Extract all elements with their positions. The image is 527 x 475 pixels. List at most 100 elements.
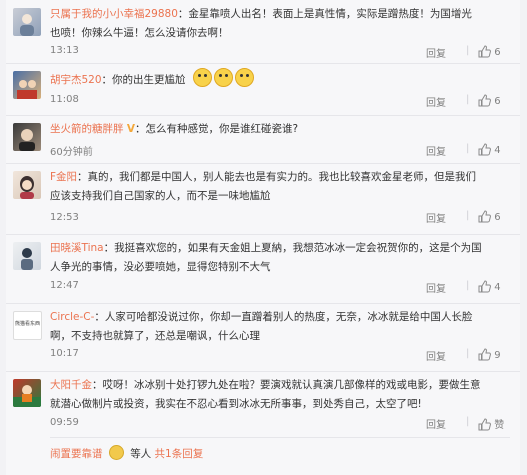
comment-actions: 回复 | 6 [410, 210, 520, 226]
like-button[interactable]: 赞 [478, 416, 504, 431]
comment-actions: 回复 | 6 [410, 94, 520, 110]
emoji-group [192, 68, 256, 87]
thumbs-up-icon [478, 280, 491, 293]
action-divider: | [466, 416, 470, 427]
like-count: 9 [494, 350, 501, 361]
awkward-emoji-icon [234, 68, 254, 87]
avatar-figure-icon [20, 176, 34, 199]
reply-button[interactable]: 回复 [426, 280, 446, 295]
avatar[interactable] [13, 8, 41, 36]
comment-username[interactable]: 田晓溪Tina [50, 242, 104, 254]
comment-actions: 回复 | 赞 [410, 416, 520, 432]
reply-button[interactable]: 回复 [426, 143, 446, 158]
comment-list: 只属于我的小小幸福29880：金星靠喷人出名！表面上是真性情，实际是蹭热度！为国… [6, 0, 520, 475]
comment-content: F金阳：真的，我们都是中国人，别人能去也是有实力的。我也比较喜欢金星老师，但是我… [50, 168, 482, 206]
comment-item: 熊猫看东西 Circle-C-：人家可哈都没说过你，你却一直蹭着别人的热度，无奈… [6, 303, 520, 372]
action-divider: | [466, 143, 470, 154]
comment-text: ：真的，我们都是中国人，别人能去也是有实力的。我也比较喜欢金星老师，但是我们应该… [50, 171, 477, 202]
comment-actions: 回复 | 4 [410, 143, 520, 159]
avatar-figure-icon [21, 248, 33, 270]
comment-text: ：你的出生更尴尬 [101, 74, 186, 86]
verified-badge-icon: V [126, 123, 135, 135]
avatar[interactable]: 熊猫看东西 [13, 311, 42, 340]
comment-time: 60分钟前 [50, 147, 93, 158]
like-count: 赞 [494, 420, 505, 431]
comment-actions: 回复 | 4 [410, 280, 520, 296]
thumbs-up-icon [478, 348, 491, 361]
action-divider: | [466, 45, 470, 56]
like-count: 4 [494, 145, 501, 156]
comment-username[interactable]: 胡宇杰520 [50, 74, 102, 86]
comment-text: ：人家可哈都没说过你，你却一直蹭着别人的热度，无奈，冰冰就是给中国人长脸啊，不支… [50, 311, 473, 342]
sub-reply-username[interactable]: 闹置要靠谱 [50, 448, 103, 460]
like-button[interactable]: 9 [478, 348, 501, 361]
like-button[interactable]: 6 [478, 94, 501, 107]
action-divider: | [466, 94, 470, 105]
comment-text: ：怎么有种感觉，你是谁红碰瓷谁? [134, 123, 299, 135]
like-count: 6 [494, 212, 501, 223]
thumbs-up-icon [478, 94, 491, 107]
avatar[interactable] [13, 71, 41, 99]
comment-content: 坐火箭的糖胖胖 V：怎么有种感觉，你是谁红碰瓷谁? [50, 120, 482, 139]
like-button[interactable]: 6 [478, 45, 501, 58]
reply-button[interactable]: 回复 [426, 94, 446, 109]
avatar-figure-icon [20, 14, 34, 36]
avatar[interactable] [13, 242, 41, 270]
avatar[interactable] [13, 171, 41, 199]
comment-item: 田晓溪Tina：我挺喜欢您的，如果有天金姐上夏納，我想范冰冰一定会祝贺你的，这是… [6, 234, 520, 304]
avatar[interactable] [13, 123, 41, 151]
awkward-emoji-icon [192, 68, 212, 87]
avatar[interactable] [13, 379, 41, 407]
comment-content: 只属于我的小小幸福29880：金星靠喷人出名！表面上是真性情，实际是蹭热度！为国… [50, 5, 482, 43]
thumbs-up-icon [478, 418, 491, 431]
thumbs-up-icon [478, 45, 491, 58]
comment-username[interactable]: 只属于我的小小幸福29880 [50, 8, 178, 20]
comment-username[interactable]: F金阳 [50, 171, 77, 183]
like-button[interactable]: 4 [478, 280, 501, 293]
comment-content: 胡宇杰520：你的出生更尴尬 [50, 68, 482, 90]
sub-reply-divider [50, 437, 510, 438]
comment-item: F金阳：真的，我们都是中国人，别人能去也是有实力的。我也比较喜欢金星老师，但是我… [6, 163, 520, 235]
avatar-text: 熊猫看东西 [14, 321, 40, 327]
comment-item: 胡宇杰520：你的出生更尴尬 11:08 回复 | 6 [6, 63, 520, 116]
comment-username[interactable]: 大阳千金 [50, 379, 92, 391]
comment-time: 13:13 [50, 45, 79, 56]
comment-username[interactable]: 坐火箭的糖胖胖 [50, 123, 124, 135]
reply-button[interactable]: 回复 [426, 210, 446, 225]
thumbs-up-icon [478, 143, 491, 156]
comment-username[interactable]: Circle-C- [50, 311, 94, 323]
comment-item: 只属于我的小小幸福29880：金星靠喷人出名！表面上是真性情，实际是蹭热度！为国… [6, 0, 520, 64]
action-divider: | [466, 348, 470, 359]
like-button[interactable]: 4 [478, 143, 501, 156]
like-button[interactable]: 6 [478, 210, 501, 223]
view-replies-link[interactable]: 共1条回复 [155, 448, 204, 460]
action-divider: | [466, 280, 470, 291]
sub-reply-middle-text: 等人 [130, 448, 152, 460]
thumbs-up-icon [478, 210, 491, 223]
avatar-figure-icon [19, 129, 35, 151]
reply-button[interactable]: 回复 [426, 416, 446, 431]
like-count: 6 [494, 47, 501, 58]
comment-content: 田晓溪Tina：我挺喜欢您的，如果有天金姐上夏納，我想范冰冰一定会祝贺你的，这是… [50, 239, 482, 277]
comment-actions: 回复 | 9 [410, 348, 520, 364]
comment-text: ：我挺喜欢您的，如果有天金姐上夏納，我想范冰冰一定会祝贺你的，这是个为国人争光的… [50, 242, 482, 273]
like-count: 4 [494, 282, 501, 293]
comment-time: 11:08 [50, 94, 79, 105]
comment-content: Circle-C-：人家可哈都没说过你，你却一直蹭着别人的热度，无奈，冰冰就是给… [50, 308, 482, 346]
comment-text: ：哎呀！冰冰别十处打锣九处在啦？要演戏就认真演几部像样的戏或电影，要做生意就潜心… [50, 379, 481, 410]
comment-time: 09:59 [50, 417, 79, 428]
comment-time: 12:47 [50, 280, 79, 291]
action-divider: | [466, 210, 470, 221]
sub-reply-avatar-icon [108, 445, 124, 460]
like-count: 6 [494, 96, 501, 107]
awkward-emoji-icon [213, 68, 233, 87]
sub-reply-summary: 闹置要靠谱 等人 共1条回复 [50, 445, 203, 461]
comment-content: 大阳千金：哎呀！冰冰别十处打锣九处在啦？要演戏就认真演几部像样的戏或电影，要做生… [50, 376, 482, 414]
reply-button[interactable]: 回复 [426, 348, 446, 363]
avatar-figure-icon [13, 385, 41, 407]
avatar-figure-icon [17, 80, 37, 99]
comment-item: 坐火箭的糖胖胖 V：怎么有种感觉，你是谁红碰瓷谁? 60分钟前 回复 | 4 [6, 115, 520, 164]
comment-actions: 回复 | 6 [410, 45, 520, 61]
reply-button[interactable]: 回复 [426, 45, 446, 60]
comment-time: 10:17 [50, 348, 79, 359]
